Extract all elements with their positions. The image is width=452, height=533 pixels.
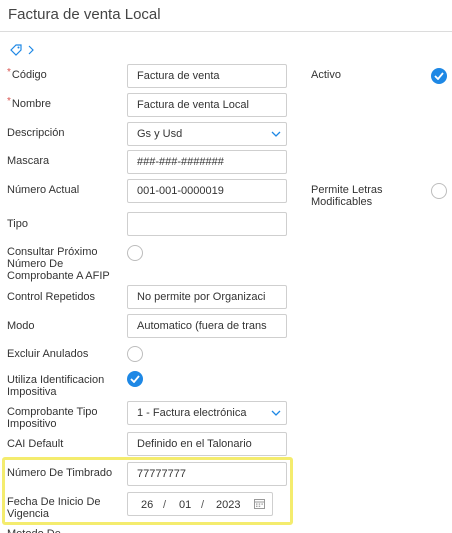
- comprobante-tipo-value: 1 - Factura electrónica: [137, 407, 247, 419]
- consultar-label: Consultar Próximo Número De Comprobante …: [7, 246, 110, 282]
- date-separator: /: [163, 499, 167, 511]
- descripcion-label: Descripción: [7, 127, 65, 139]
- mascara-input[interactable]: ###-###-#######: [127, 150, 287, 174]
- chevron-down-icon: [271, 406, 281, 424]
- nombre-input[interactable]: Factura de venta Local: [127, 93, 287, 117]
- activo-label: Activo: [311, 69, 341, 81]
- cai-default-input[interactable]: Definido en el Talonario: [127, 432, 287, 456]
- consultar-checkbox[interactable]: [127, 245, 143, 261]
- comprobante-tipo-select[interactable]: 1 - Factura electrónica: [127, 401, 287, 425]
- permite-letras-label: Permite Letras Modificables: [311, 184, 383, 208]
- date-month[interactable]: 01: [179, 499, 191, 511]
- excluir-anulados-label: Excluir Anulados: [7, 348, 89, 360]
- check-icon: [130, 375, 140, 383]
- modo-label: Modo: [7, 320, 35, 332]
- cai-default-label: CAI Default: [7, 438, 64, 450]
- metodo-label: Metodo De...: [7, 528, 70, 533]
- tag-toolbar[interactable]: [10, 43, 34, 57]
- date-day[interactable]: 26: [141, 499, 153, 511]
- date-separator: /: [201, 499, 205, 511]
- calendar-icon[interactable]: [254, 498, 265, 512]
- numero-actual-input[interactable]: 001-001-0000019: [127, 179, 287, 203]
- codigo-input[interactable]: Factura de venta: [127, 64, 287, 88]
- codigo-label: *Código: [7, 67, 47, 81]
- numero-timbrado-label: Número De Timbrado: [7, 467, 113, 479]
- comprobante-tipo-label: Comprobante Tipo Impositivo: [7, 406, 98, 430]
- title-divider: [0, 31, 452, 32]
- numero-timbrado-input[interactable]: 77777777: [127, 462, 287, 486]
- control-repetidos-label: Control Repetidos: [7, 291, 96, 303]
- activo-checkbox[interactable]: [431, 68, 447, 84]
- utiliza-identificacion-checkbox[interactable]: [127, 371, 143, 387]
- fecha-inicio-input[interactable]: 26 / 01 / 2023: [127, 492, 273, 516]
- fecha-inicio-label: Fecha De Inicio De Vigencia: [7, 496, 101, 520]
- chevron-down-icon: [271, 127, 281, 145]
- tag-icon[interactable]: [10, 44, 22, 56]
- descripcion-value: Gs y Usd: [137, 128, 183, 140]
- date-year[interactable]: 2023: [216, 499, 240, 511]
- tipo-input[interactable]: [127, 212, 287, 236]
- tipo-label: Tipo: [7, 218, 28, 230]
- utiliza-identificacion-label: Utiliza Identificacion Impositiva: [7, 374, 105, 398]
- numero-actual-label: Número Actual: [7, 184, 80, 196]
- permite-letras-checkbox[interactable]: [431, 183, 447, 199]
- chevron-right-icon[interactable]: [28, 45, 34, 55]
- check-icon: [434, 72, 444, 80]
- mascara-label: Mascara: [7, 155, 50, 167]
- descripcion-select[interactable]: Gs y Usd: [127, 122, 287, 146]
- page-title: Factura de venta Local: [8, 6, 161, 23]
- modo-input[interactable]: Automatico (fuera de trans: [127, 314, 287, 338]
- control-repetidos-input[interactable]: No permite por Organizaci: [127, 285, 287, 309]
- excluir-anulados-checkbox[interactable]: [127, 346, 143, 362]
- nombre-label: *Nombre: [7, 96, 52, 110]
